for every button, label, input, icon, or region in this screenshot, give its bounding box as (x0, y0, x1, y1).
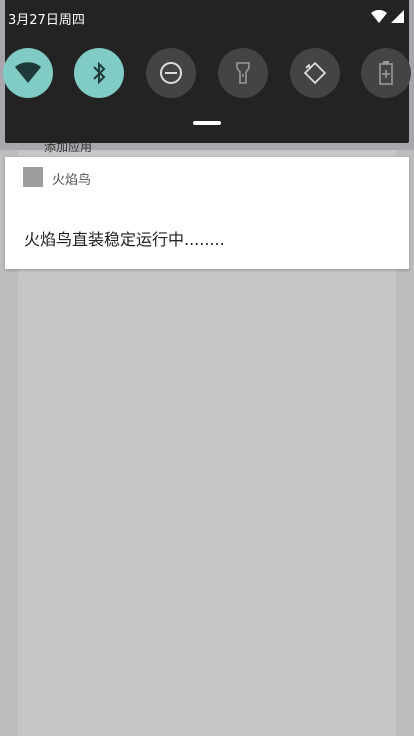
status-bar: 3月27日周四 (0, 0, 414, 32)
cell-signal-icon (391, 10, 404, 23)
notification-text: 火焰鸟直装稳定运行中........ (24, 230, 225, 249)
wifi-icon (371, 10, 387, 23)
app-icon (23, 167, 43, 187)
bluetooth-icon (93, 61, 106, 85)
quick-tile-bluetooth[interactable] (74, 48, 124, 98)
quick-tile-battery-saver[interactable] (361, 48, 411, 98)
quick-tile-flashlight[interactable] (218, 48, 268, 98)
flashlight-icon (236, 62, 250, 84)
quick-tile-do-not-disturb[interactable] (146, 48, 196, 98)
wifi-icon (15, 62, 41, 83)
notification-app-name: 火焰鸟 (52, 173, 92, 188)
shade-drag-handle[interactable] (193, 121, 221, 125)
status-icons (371, 10, 404, 23)
notification-card[interactable]: 火焰鸟 火焰鸟直装稳定运行中........ (5, 157, 409, 269)
quick-tile-auto-rotate[interactable] (290, 48, 340, 98)
dnd-icon (160, 62, 182, 84)
status-date: 3月27日周四 (8, 13, 85, 28)
rotate-icon (303, 61, 327, 85)
battery-icon (379, 61, 393, 85)
quick-tile-wifi[interactable] (3, 48, 53, 98)
